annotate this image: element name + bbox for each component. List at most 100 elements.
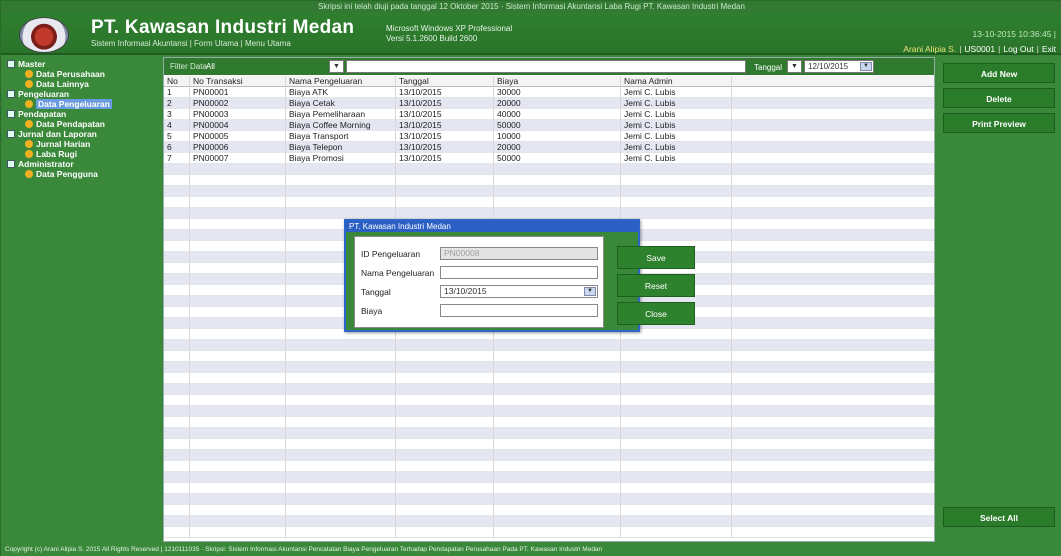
table-cell xyxy=(164,307,190,318)
sidebar-item-laba-rugi[interactable]: Laba Rugi xyxy=(25,149,77,159)
bullet-icon xyxy=(25,80,33,88)
table-cell xyxy=(732,472,934,483)
table-cell xyxy=(286,428,396,439)
select-all-button[interactable]: Select All xyxy=(943,507,1055,527)
exit-link[interactable]: Exit xyxy=(1042,44,1056,54)
column-header[interactable]: Biaya xyxy=(494,76,621,87)
table-cell xyxy=(732,186,934,197)
table-cell xyxy=(494,527,621,538)
table-cell xyxy=(286,527,396,538)
status-bar: Copyright (c) Arani Alipia S. 2015 All R… xyxy=(1,542,1061,556)
sidebar-item-master[interactable]: Master xyxy=(7,59,45,69)
sidebar-item-data-pendapatan[interactable]: Data Pendapatan xyxy=(25,119,105,129)
logout-link[interactable]: Log Out xyxy=(1003,44,1033,54)
table-cell xyxy=(190,373,286,384)
table-cell xyxy=(732,274,934,285)
column-header[interactable]: Nama Pengeluaran xyxy=(286,76,396,87)
empty-row xyxy=(164,450,934,461)
table-cell: Biaya Cetak xyxy=(286,98,396,109)
sidebar-item-jurnal-harian[interactable]: Jurnal Harian xyxy=(25,139,90,149)
table-cell xyxy=(286,384,396,395)
datetime: 13-10-2015 10:36:45 | xyxy=(972,29,1057,39)
id-field: PN00008 xyxy=(440,247,598,260)
name-label: Nama Pengeluaran xyxy=(361,268,435,278)
table-cell xyxy=(494,450,621,461)
table-cell xyxy=(494,395,621,406)
table-cell xyxy=(190,175,286,186)
table-cell xyxy=(190,494,286,505)
table-row[interactable]: 4 PN00004 Biaya Coffee Morning 13/10/2015 50… xyxy=(164,120,934,131)
table-cell xyxy=(164,516,190,527)
column-header[interactable]: Tanggal xyxy=(396,76,494,87)
empty-row xyxy=(164,362,934,373)
table-row[interactable]: 1 PN00001 Biaya ATK 13/10/2015 30000 Jemi C. … xyxy=(164,87,934,98)
table-cell xyxy=(494,516,621,527)
table-cell xyxy=(164,428,190,439)
table-cell xyxy=(494,439,621,450)
table-row[interactable]: 6 PN00006 Biaya Telepon 13/10/2015 20000 Jemi… xyxy=(164,142,934,153)
table-cell xyxy=(286,417,396,428)
sidebar-item-data-pengguna[interactable]: Data Pengguna xyxy=(25,169,98,179)
table-cell: 13/10/2015 xyxy=(396,142,494,153)
close-button[interactable]: Close xyxy=(617,302,695,325)
table-cell: Jemi C. Lubis xyxy=(621,131,732,142)
table-cell xyxy=(494,362,621,373)
reset-button[interactable]: Reset xyxy=(617,274,695,297)
filter-dropdown[interactable]: ▼ xyxy=(329,60,344,73)
table-cell xyxy=(621,472,732,483)
cost-field[interactable] xyxy=(440,304,598,317)
table-row[interactable]: 2 PN00002 Biaya Cetak 13/10/2015 20000 Jemi C… xyxy=(164,98,934,109)
empty-row xyxy=(164,164,934,175)
table-cell: PN00003 xyxy=(190,109,286,120)
column-header[interactable]: No Transaksi xyxy=(190,76,286,87)
table-cell xyxy=(396,384,494,395)
table-cell: Biaya Promosi xyxy=(286,153,396,164)
add-new-button[interactable]: Add New xyxy=(943,63,1055,83)
table-cell xyxy=(190,527,286,538)
table-cell xyxy=(732,153,934,164)
chevron-down-icon[interactable]: ▼ xyxy=(860,62,872,71)
table-row[interactable]: 5 PN00005 Biaya Transport 13/10/2015 10000 Je… xyxy=(164,131,934,142)
table-cell xyxy=(396,483,494,494)
table-cell xyxy=(621,340,732,351)
name-field[interactable] xyxy=(440,266,598,279)
sidebar: Master Data Perusahaan Data Lainnya Peng… xyxy=(1,57,163,542)
table-row[interactable]: 3 PN00003 Biaya Pemeliharaan 13/10/2015 4000… xyxy=(164,109,934,120)
delete-button[interactable]: Delete xyxy=(943,88,1055,108)
sidebar-item-data-perusahaan[interactable]: Data Perusahaan xyxy=(25,69,105,79)
save-button[interactable]: Save xyxy=(617,246,695,269)
sidebar-item-jurnal-laporan[interactable]: Jurnal dan Laporan xyxy=(7,129,97,139)
table-cell xyxy=(621,373,732,384)
table-cell xyxy=(164,505,190,516)
chevron-down-icon[interactable]: ▼ xyxy=(584,287,596,296)
filter-input[interactable] xyxy=(346,60,746,73)
table-row[interactable]: 7 PN00007 Biaya Promosi 13/10/2015 50000 Jemi… xyxy=(164,153,934,164)
table-cell xyxy=(396,505,494,516)
table-cell xyxy=(494,428,621,439)
date-filter-mode-dropdown[interactable]: ▼ xyxy=(787,60,802,73)
column-header[interactable]: Nama Admin xyxy=(621,76,732,87)
table-cell xyxy=(621,197,732,208)
table-cell xyxy=(286,175,396,186)
column-header[interactable]: No xyxy=(164,76,190,87)
separator: | xyxy=(959,44,962,54)
table-cell xyxy=(732,230,934,241)
table-cell xyxy=(396,472,494,483)
sidebar-item-administrator[interactable]: Administrator xyxy=(7,159,74,169)
folder-icon xyxy=(7,110,15,118)
table-cell xyxy=(494,208,621,219)
sidebar-item-pengeluaran[interactable]: Pengeluaran xyxy=(7,89,69,99)
table-cell xyxy=(621,450,732,461)
table-cell xyxy=(286,505,396,516)
bullet-icon xyxy=(25,140,33,148)
table-cell xyxy=(164,329,190,340)
date-picker[interactable]: 13/10/2015 ▼ xyxy=(440,285,598,298)
sidebar-item-data-pengeluaran[interactable]: Data Pengeluaran xyxy=(25,99,112,109)
table-cell xyxy=(286,395,396,406)
date-filter-picker[interactable]: 12/10/2015 ▼ xyxy=(804,60,874,73)
sidebar-item-data-lainnya[interactable]: Data Lainnya xyxy=(25,79,89,89)
table-cell: Biaya ATK xyxy=(286,87,396,98)
sidebar-item-pendapatan[interactable]: Pendapatan xyxy=(7,109,66,119)
print-preview-button[interactable]: Print Preview xyxy=(943,113,1055,133)
id-label: ID Pengeluaran xyxy=(361,249,421,259)
